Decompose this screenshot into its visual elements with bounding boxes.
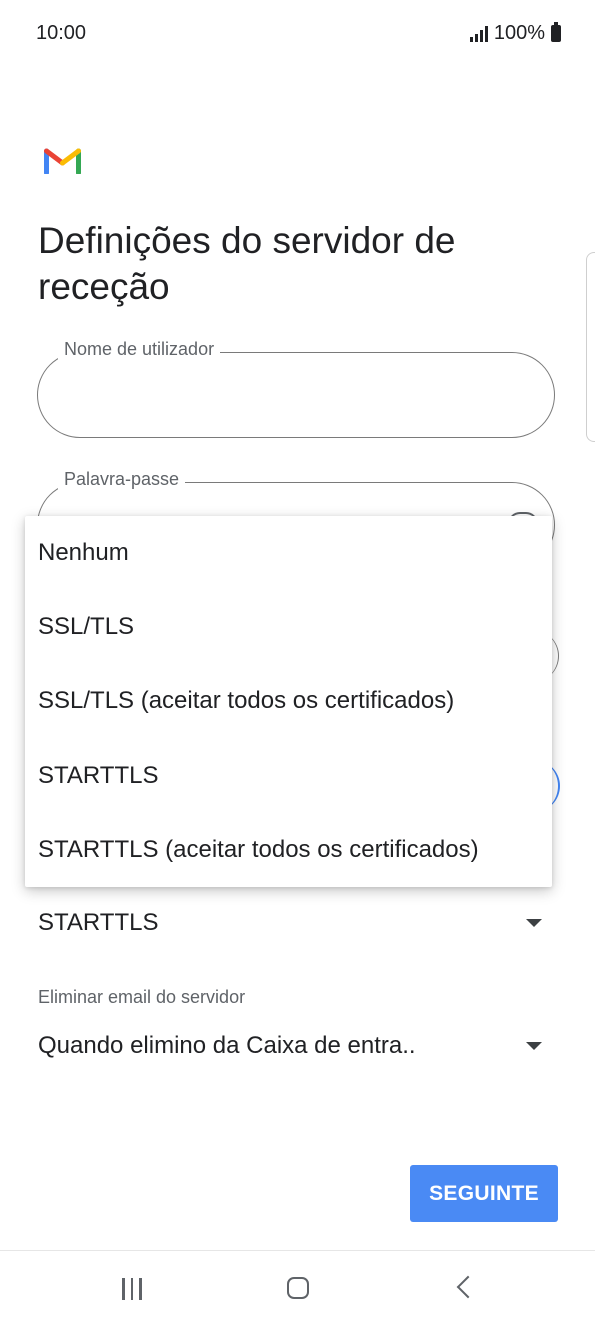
- security-type-dropdown: Nenhum SSL/TLS SSL/TLS (aceitar todos os…: [25, 516, 552, 887]
- delete-email-label: Eliminar email do servidor: [38, 987, 246, 1007]
- delete-email-value: Quando elimino da Caixa de entra..: [38, 1032, 416, 1059]
- chevron-down-icon: [526, 919, 542, 927]
- navigation-bar: [0, 1250, 595, 1325]
- dropdown-option-starttls[interactable]: STARTTLS: [25, 739, 552, 813]
- username-input[interactable]: [38, 353, 554, 437]
- dropdown-option-starttls-all[interactable]: STARTTLS (aceitar todos os certificados): [25, 813, 552, 887]
- gmail-logo: [44, 148, 81, 174]
- security-type-value: STARTTLS: [38, 909, 159, 936]
- scroll-indicator[interactable]: [586, 252, 595, 442]
- security-type-select[interactable]: STARTTLS: [38, 903, 556, 943]
- back-icon[interactable]: [456, 1275, 480, 1299]
- recent-apps-icon[interactable]: [122, 1278, 142, 1300]
- dropdown-option-ssl-tls[interactable]: SSL/TLS: [25, 590, 552, 664]
- battery-icon: [551, 22, 561, 42]
- signal-icon: [469, 25, 488, 42]
- username-field[interactable]: Nome de utilizador: [37, 339, 555, 438]
- password-label: Palavra-passe: [58, 469, 186, 490]
- status-bar: 10:00 100%: [0, 0, 595, 66]
- dropdown-option-ssl-tls-all[interactable]: SSL/TLS (aceitar todos os certificados): [25, 664, 552, 738]
- username-label: Nome de utilizador: [58, 339, 221, 360]
- chevron-down-icon: [526, 1042, 542, 1050]
- status-time: 10:00: [36, 22, 87, 44]
- page-title: Definições do servidor de receção: [38, 220, 456, 307]
- delete-email-select[interactable]: Quando elimino da Caixa de entra..: [38, 1026, 556, 1066]
- next-button[interactable]: SEGUINTE: [410, 1165, 558, 1222]
- status-right: 100%: [469, 22, 561, 45]
- dropdown-option-none[interactable]: Nenhum: [25, 516, 552, 590]
- home-icon[interactable]: [287, 1277, 309, 1299]
- battery-percentage: 100%: [493, 22, 545, 44]
